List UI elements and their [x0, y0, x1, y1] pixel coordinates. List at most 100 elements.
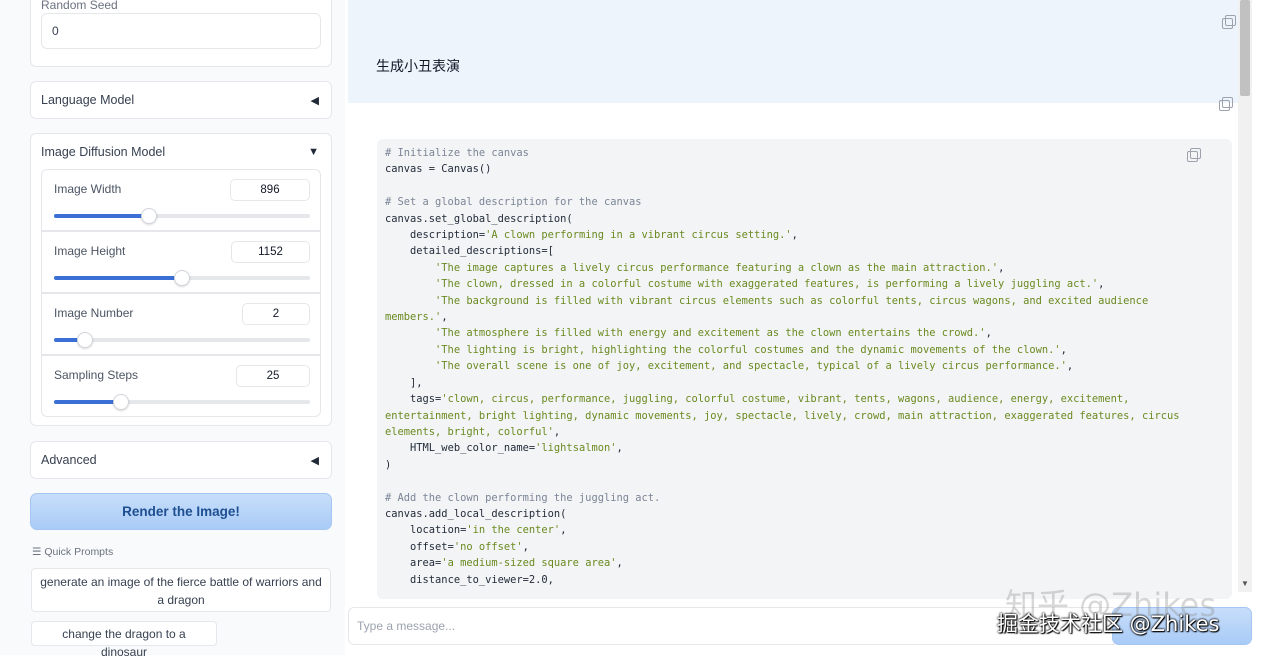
render-image-button[interactable]: Render the Image!: [30, 493, 332, 530]
slider-label: Sampling Steps: [54, 368, 139, 382]
code-string: 'a medium-sized square area': [441, 557, 617, 570]
sampling-steps-input[interactable]: 25: [236, 365, 310, 387]
slider-fill: [54, 400, 121, 404]
copy-icon[interactable]: [1219, 97, 1233, 111]
code-comment: # Add the clown performing the juggling …: [385, 491, 661, 504]
list-icon: ☰: [32, 546, 42, 558]
code-string: 'The overall scene is one of joy, excite…: [435, 360, 1067, 373]
quick-prompt-item[interactable]: change the dragon to a dinosaur: [31, 621, 217, 659]
code-text: ,: [616, 442, 623, 455]
code-text: ,: [616, 557, 623, 570]
slider-fill: [54, 276, 182, 280]
image-width-slider: Image Width 896: [41, 169, 321, 231]
expand-down-icon: ▼: [308, 146, 319, 158]
left-panel: Random Seed 0 Language Model ◀ Image Dif…: [0, 0, 345, 659]
code-text: ,: [791, 229, 798, 242]
code-text: offset=: [385, 540, 454, 553]
code-text: canvas.set_global_description(: [385, 212, 573, 225]
code-text: canvas = Canvas(): [385, 163, 492, 176]
code-text: canvas.add_local_description(: [385, 507, 567, 520]
code-string: 'A clown performing in a vibrant circus …: [485, 229, 792, 242]
language-model-accordion[interactable]: Language Model ◀: [30, 81, 332, 119]
quick-prompts-header: ☰ Quick Prompts: [32, 546, 113, 558]
code-comment: # Initialize the canvas: [385, 147, 529, 159]
code-text: ,: [522, 540, 529, 553]
code-string: 'The clown, dressed in a colorful costum…: [435, 278, 1099, 291]
code-string: 'lightsalmon': [535, 442, 617, 455]
random-seed-panel: Random Seed 0: [30, 0, 332, 67]
image-width-input[interactable]: 896: [230, 179, 310, 201]
code-text: ,: [1098, 278, 1105, 291]
code-text: ,: [985, 327, 992, 340]
quick-prompts-title: Quick Prompts: [44, 546, 114, 558]
code-string: 'in the center': [466, 524, 561, 537]
language-model-label: Language Model: [41, 93, 135, 107]
code-text: ,: [560, 524, 567, 537]
slider-track[interactable]: [54, 394, 310, 410]
image-height-input[interactable]: 1152: [231, 241, 310, 263]
scrollbar-thumb[interactable]: [1240, 0, 1250, 96]
code-text: ): [385, 458, 392, 471]
image-number-input[interactable]: 2: [242, 303, 310, 325]
slider-fill: [54, 214, 149, 218]
slider-track[interactable]: [54, 270, 310, 286]
code-text: ,: [441, 311, 448, 324]
collapse-left-icon: ◀: [310, 94, 319, 107]
code-string: 'The atmosphere is filled with energy an…: [435, 327, 986, 340]
chat-scrollbar[interactable]: ▼: [1238, 0, 1252, 592]
slider-label: Image Height: [54, 244, 126, 258]
advanced-accordion[interactable]: Advanced ◀: [30, 441, 332, 479]
code-block: # Initialize the canvas canvas = Canvas(…: [377, 139, 1232, 599]
code-text: ,: [1060, 343, 1067, 356]
code-text: ,: [1066, 360, 1074, 373]
code-text: location=: [385, 524, 467, 537]
random-seed-input[interactable]: 0: [41, 13, 321, 49]
chat-area: 生成小丑表演 # Initialize the canvas canvas = …: [345, 0, 1280, 655]
code-string: 'The background is filled with vibrant c…: [385, 294, 1155, 324]
slider-thumb[interactable]: [112, 394, 129, 410]
slider-thumb[interactable]: [76, 332, 93, 348]
image-diffusion-header[interactable]: Image Diffusion Model ▼: [31, 134, 331, 170]
slider-track[interactable]: [54, 332, 310, 348]
user-message-bubble: 生成小丑表演: [348, 0, 1238, 103]
code-string: 'The image captures a lively circus perf…: [435, 261, 999, 274]
code-text: ,: [998, 261, 1005, 274]
code-string: 'no offset': [453, 540, 523, 553]
image-diffusion-accordion: Image Diffusion Model ▼ Image Width 896 …: [30, 133, 332, 426]
code-text: detailed_descriptions=[: [385, 245, 554, 258]
code-content: # Initialize the canvas canvas = Canvas(…: [385, 145, 1197, 588]
code-text: area=: [385, 557, 442, 570]
watermark-juejin: 掘金技术社区 @Zhikes: [997, 612, 1220, 636]
image-diffusion-label: Image Diffusion Model: [41, 145, 166, 159]
collapse-left-icon: ◀: [310, 454, 319, 467]
code-text: HTML_web_color_name=: [385, 442, 536, 455]
code-string: 'clown, circus, performance, juggling, c…: [385, 393, 1186, 438]
slider-thumb[interactable]: [140, 208, 157, 224]
slider-label: Image Width: [54, 182, 122, 196]
slider-label: Image Number: [54, 306, 134, 320]
code-text: ,: [553, 425, 561, 438]
code-text: distance_to_viewer=2.0,: [385, 573, 554, 586]
code-text: tags=: [385, 393, 442, 406]
copy-icon[interactable]: [1222, 15, 1236, 29]
slider-thumb[interactable]: [174, 270, 190, 286]
quick-prompt-item[interactable]: generate an image of the fierce battle o…: [31, 568, 331, 612]
copy-code-icon[interactable]: [1187, 148, 1201, 162]
random-seed-label: Random Seed: [41, 0, 118, 12]
slider-track[interactable]: [54, 208, 310, 224]
image-height-slider: Image Height 1152: [41, 231, 321, 293]
code-comment: # Set a global description for the canva…: [385, 196, 642, 209]
image-number-slider: Image Number 2: [41, 293, 321, 355]
code-text: ],: [385, 376, 423, 389]
sampling-steps-slider: Sampling Steps 25: [41, 355, 321, 417]
scroll-down-icon[interactable]: ▼: [1241, 579, 1249, 588]
user-message-text: 生成小丑表演: [376, 58, 460, 74]
advanced-label: Advanced: [41, 453, 97, 467]
code-text: description=: [385, 229, 486, 242]
